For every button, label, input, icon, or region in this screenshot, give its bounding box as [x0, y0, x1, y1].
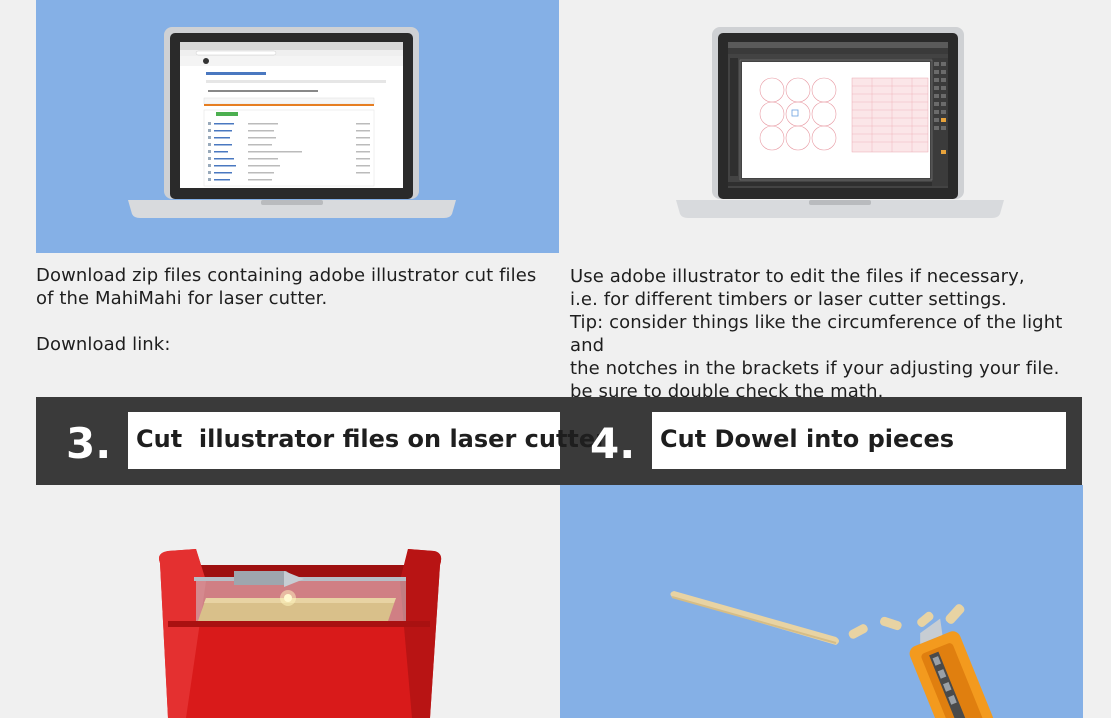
illustration-dowel-cutting: [560, 485, 1083, 718]
download-line-2: of the MahiMahi for laser cutter.: [36, 288, 328, 309]
laptop-illustrator-icon: [676, 27, 1004, 218]
illustration-laptop-illustrator: [560, 0, 1083, 253]
laser-cutter-icon: [159, 549, 442, 718]
edit-description: Use adobe illustrator to edit the files …: [570, 265, 1100, 403]
edit-line-2: i.e. for different timbers or laser cutt…: [570, 289, 1007, 310]
step-3-number: 3.: [66, 419, 112, 468]
step-4-number: 4.: [590, 419, 636, 468]
download-link-label[interactable]: Download link:: [36, 333, 556, 356]
edit-line-3: Tip: consider things like the circumfere…: [570, 312, 1063, 356]
illustration-laser-cutter: [36, 485, 559, 718]
edit-line-1: Use adobe illustrator to edit the files …: [570, 266, 1025, 287]
step-4-title: Cut Dowel into pieces: [652, 412, 1066, 469]
download-description: Download zip files containing adobe illu…: [36, 264, 556, 356]
laptop-github-icon: [128, 27, 456, 218]
dowel-cutting-icon: [670, 591, 997, 718]
step-3-title: Cut illustrator files on laser cutter: [128, 412, 607, 469]
download-line-3: [36, 310, 556, 333]
download-line-1: Download zip files containing adobe illu…: [36, 265, 537, 286]
edit-line-4: the notches in the brackets if your adju…: [570, 358, 1060, 379]
illustration-laptop-github: [36, 0, 559, 253]
